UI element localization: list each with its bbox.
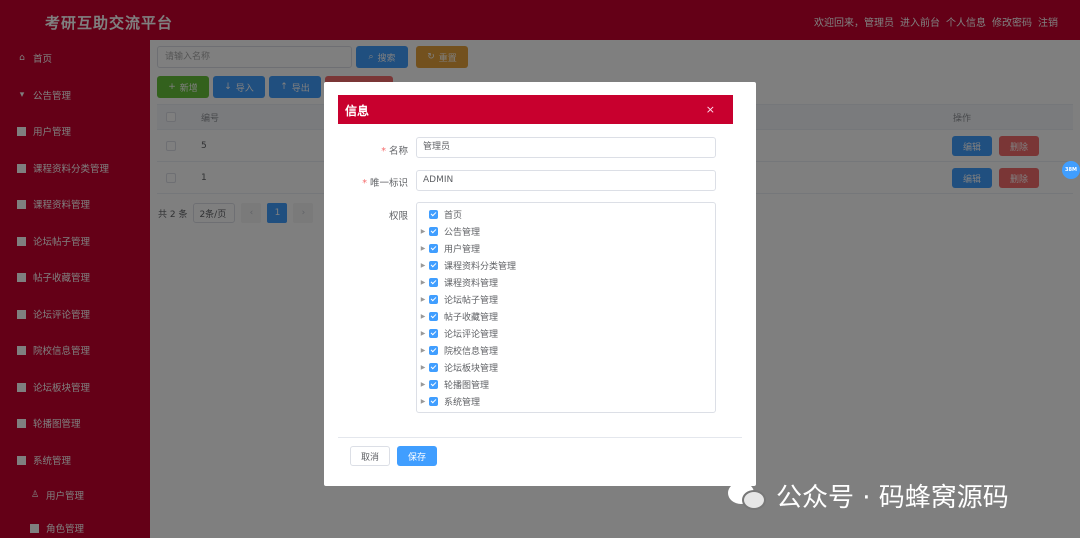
tree-checkbox[interactable] (429, 329, 438, 338)
tree-node[interactable]: ▶ 系统管理 (417, 393, 480, 410)
tree-node-label: 帖子收藏管理 (444, 313, 499, 323)
key-field[interactable]: ADMIN (416, 170, 716, 191)
tree-checkbox[interactable] (429, 210, 438, 219)
tree-node[interactable]: ▶ 论坛板块管理 (417, 359, 498, 376)
tree-node[interactable]: ▶ 院校信息管理 (417, 342, 498, 359)
permission-tree: 首页 ▶ 公告管理 ▶ 用户管理 ▶ 课程资料分类管理 ▶ 课程资料管理 ▶ 论坛帖子管理… (416, 202, 716, 413)
caret-right-icon[interactable]: ▶ (417, 262, 429, 269)
tree-node-label: 论坛板块管理 (444, 364, 499, 374)
close-icon[interactable]: × (706, 103, 715, 116)
tree-node[interactable]: ▶ 课程资料管理 (417, 274, 498, 291)
caret-right-icon[interactable]: ▶ (417, 245, 429, 252)
tree-checkbox[interactable] (429, 295, 438, 304)
info-dialog: 信息 × * 名称 管理员 * 唯一标识 ADMIN 权限 首页 ▶ 公告管理 ▶ 用户… (324, 82, 756, 486)
tree-node-label: 课程资料分类管理 (444, 262, 517, 272)
tree-checkbox[interactable] (429, 227, 438, 236)
permission-label: 权限 (388, 211, 408, 222)
save-button[interactable]: 保存 (397, 446, 437, 466)
tree-node[interactable]: ▶ 用户管理 (417, 240, 480, 257)
dialog-divider (338, 437, 742, 438)
caret-right-icon[interactable]: ▶ (417, 279, 429, 286)
tree-node[interactable]: 首页 (417, 206, 462, 223)
caret-right-icon[interactable]: ▶ (417, 330, 429, 337)
caret-right-icon[interactable]: ▶ (417, 313, 429, 320)
caret-right-icon[interactable]: ▶ (417, 381, 429, 388)
tree-node[interactable]: ▶ 帖子收藏管理 (417, 308, 498, 325)
tree-checkbox[interactable] (429, 312, 438, 321)
caret-right-icon[interactable]: ▶ (417, 364, 429, 371)
name-label: * 名称 (381, 146, 408, 157)
tree-node-label: 轮播图管理 (444, 381, 490, 391)
tree-checkbox[interactable] (429, 363, 438, 372)
watermark-text: 公众号 · 码蜂窝源码 (776, 483, 1009, 513)
caret-right-icon[interactable]: ▶ (417, 347, 429, 354)
tree-checkbox[interactable] (429, 397, 438, 406)
side-badge[interactable]: 38M (1062, 161, 1080, 179)
dialog-title: 信息 (345, 104, 370, 118)
tree-node[interactable]: ▶ 课程资料分类管理 (417, 257, 516, 274)
wechat-icon (728, 480, 768, 512)
caret-right-icon[interactable]: ▶ (417, 398, 429, 405)
tree-node[interactable]: ▶ 公告管理 (417, 223, 480, 240)
caret-right-icon[interactable]: ▶ (417, 296, 429, 303)
caret-right-icon[interactable]: ▶ (417, 228, 429, 235)
tree-checkbox[interactable] (429, 346, 438, 355)
tree-node[interactable]: ▶ 轮播图管理 (417, 376, 489, 393)
tree-node[interactable]: ▶ 论坛评论管理 (417, 325, 498, 342)
dialog-header: 信息 × (338, 95, 733, 124)
tree-node-label: 用户管理 (444, 245, 481, 255)
tree-checkbox[interactable] (429, 278, 438, 287)
watermark: 公众号 · 码蜂窝源码 (728, 477, 1009, 514)
app-root: 考研互助交流平台 欢迎回来，管理员 进入前台 个人信息 修改密码 注销 ⌂ 首页… (0, 0, 1080, 538)
tree-node-label: 公告管理 (444, 228, 481, 238)
cancel-button[interactable]: 取消 (350, 446, 390, 466)
tree-node-label: 院校信息管理 (444, 347, 499, 357)
tree-node[interactable]: ▶ 论坛帖子管理 (417, 291, 498, 308)
name-field[interactable]: 管理员 (416, 137, 716, 158)
key-label: * 唯一标识 (362, 178, 408, 189)
tree-checkbox[interactable] (429, 244, 438, 253)
tree-node-label: 系统管理 (444, 398, 481, 408)
tree-checkbox[interactable] (429, 261, 438, 270)
tree-node-label: 首页 (444, 211, 463, 221)
tree-node-label: 论坛帖子管理 (444, 296, 499, 306)
tree-node-label: 论坛评论管理 (444, 330, 499, 340)
tree-node-label: 课程资料管理 (444, 279, 499, 289)
tree-checkbox[interactable] (429, 380, 438, 389)
